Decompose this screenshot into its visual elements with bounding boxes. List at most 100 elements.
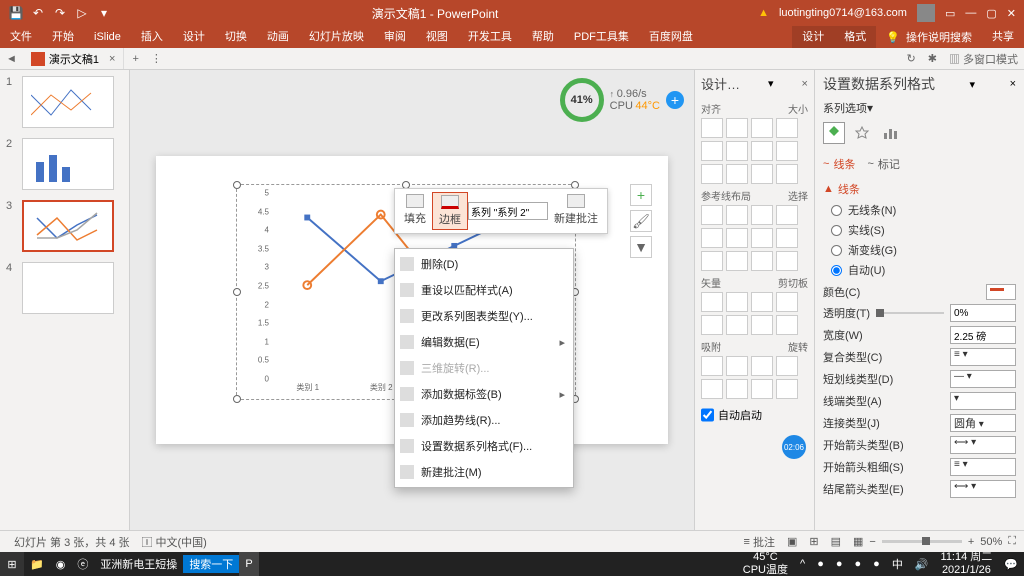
islide-refresh-icon[interactable]: ↻ [901, 52, 922, 65]
align-button[interactable] [701, 164, 723, 184]
task-powerpoint-icon[interactable]: P [239, 552, 258, 576]
guide-button[interactable] [726, 228, 748, 248]
zoom-out-icon[interactable]: − [869, 536, 875, 548]
guide-button[interactable] [751, 205, 773, 225]
tray-up-icon[interactable]: ^ [794, 552, 811, 576]
guide-button[interactable] [701, 251, 723, 271]
tab-help[interactable]: 帮助 [522, 26, 564, 48]
close-icon[interactable]: ✕ [1007, 7, 1016, 20]
align-button[interactable] [701, 141, 723, 161]
tab-animations[interactable]: 动画 [257, 26, 299, 48]
tell-me[interactable]: 💡 操作说明搜索 [876, 26, 982, 48]
menu-add-data-labels[interactable]: 添加数据标签(B)▸ [395, 381, 573, 407]
task-app-icon[interactable]: ◉ [50, 552, 72, 576]
snap-button[interactable] [701, 356, 723, 376]
arrow-begin-type-dropdown[interactable]: ⟷ ▾ [950, 436, 1016, 454]
transparency-input[interactable] [950, 304, 1016, 322]
vector-button[interactable] [751, 315, 773, 335]
menu-reset-style[interactable]: 重设以匹配样式(A) [395, 277, 573, 303]
tab-slideshow[interactable]: 幻灯片放映 [299, 26, 374, 48]
guide-button[interactable] [701, 205, 723, 225]
vector-button[interactable] [726, 315, 748, 335]
docbar-more-icon[interactable]: ⋮ [147, 52, 166, 65]
chart-elements-button[interactable]: + [630, 184, 652, 206]
tab-insert[interactable]: 插入 [131, 26, 173, 48]
cap-dropdown[interactable]: ▾ [950, 392, 1016, 410]
tray-icon[interactable]: ● [811, 552, 830, 576]
align-button[interactable] [751, 141, 773, 161]
join-dropdown[interactable]: 圆角 ▾ [950, 414, 1016, 432]
perf-widget[interactable]: 41% ↑ 0.96/s CPU 44°C + [560, 78, 684, 122]
vector-button[interactable] [701, 315, 723, 335]
width-input[interactable] [950, 326, 1016, 344]
menu-add-trendline[interactable]: 添加趋势线(R)... [395, 407, 573, 433]
tab-file[interactable]: 文件 [0, 26, 42, 48]
view-slideshow-icon[interactable]: ▦ [847, 535, 869, 548]
vector-button[interactable] [776, 315, 798, 335]
tab-pdf[interactable]: PDF工具集 [564, 26, 639, 48]
vector-button[interactable] [701, 292, 723, 312]
zoom-slider[interactable] [882, 540, 962, 543]
add-doc-icon[interactable]: + [124, 53, 146, 65]
task-explorer-icon[interactable]: 📁 [24, 552, 50, 576]
tray-ime[interactable]: 中 [886, 552, 909, 576]
resize-handle[interactable] [233, 288, 241, 296]
share-button[interactable]: 共享 [982, 26, 1024, 48]
marker-section-toggle[interactable]: ~ 标记 [867, 156, 899, 172]
tab-chart-format[interactable]: 格式 [834, 26, 876, 48]
avatar[interactable] [917, 4, 935, 22]
guide-button[interactable] [776, 205, 798, 225]
align-button[interactable] [776, 164, 798, 184]
recording-badge[interactable]: 02:06 [782, 435, 806, 459]
radio-solid[interactable]: 实线(S) [823, 220, 1016, 240]
tray-icon[interactable]: ● [830, 552, 849, 576]
menu-edit-data[interactable]: 编辑数据(E)▸ [395, 329, 573, 355]
task-search-button[interactable]: 搜索一下 [183, 555, 239, 573]
color-picker[interactable] [986, 284, 1016, 300]
align-button[interactable] [701, 118, 723, 138]
guide-button[interactable] [751, 228, 773, 248]
resize-handle[interactable] [233, 395, 241, 403]
language[interactable]: 🄸 中文(中国) [136, 534, 213, 550]
snap-button[interactable] [751, 379, 773, 399]
align-button[interactable] [751, 118, 773, 138]
islide-settings-icon[interactable]: ✱ [922, 52, 943, 65]
tab-home[interactable]: 开始 [42, 26, 84, 48]
snap-button[interactable] [701, 379, 723, 399]
radio-auto[interactable]: 自动(U) [823, 260, 1016, 280]
tray-temp[interactable]: 45°CCPU温度 [737, 552, 794, 576]
outline-button[interactable]: 边框 [432, 192, 468, 230]
view-normal-icon[interactable]: ▣ [781, 535, 803, 548]
align-button[interactable] [776, 118, 798, 138]
align-button[interactable] [726, 141, 748, 161]
tab-design[interactable]: 设计 [173, 26, 215, 48]
undo-icon[interactable]: ↶ [30, 5, 46, 21]
comments-button[interactable]: ≡ 批注 [738, 534, 781, 550]
save-icon[interactable]: 💾 [8, 5, 24, 21]
effects-tab[interactable] [851, 122, 873, 144]
zoom-in-icon[interactable]: + [968, 536, 974, 548]
fill-button[interactable]: 填充 [398, 192, 432, 230]
menu-delete[interactable]: 删除(D) [395, 251, 573, 277]
format-pane-chevron-icon[interactable]: ▾ [970, 78, 976, 91]
chart-styles-button[interactable]: 🖌 [630, 210, 652, 232]
snap-button[interactable] [726, 356, 748, 376]
tray-clock[interactable]: 11:14 周二2021/1/26 [935, 552, 999, 576]
design-pane-chevron-icon[interactable]: ▾ [768, 77, 774, 90]
tab-developer[interactable]: 开发工具 [458, 26, 522, 48]
line-section-toggle[interactable]: ~ 线条 [823, 156, 855, 172]
tab-islide[interactable]: iSlide [84, 26, 131, 48]
compound-dropdown[interactable]: ≡ ▾ [950, 348, 1016, 366]
guide-button[interactable] [776, 228, 798, 248]
perf-add-icon[interactable]: + [666, 91, 684, 109]
guide-button[interactable] [751, 251, 773, 271]
radio-gradient[interactable]: 渐变线(G) [823, 240, 1016, 260]
menu-new-comment[interactable]: 新建批注(M) [395, 459, 573, 485]
arrow-end-type-dropdown[interactable]: ⟷ ▾ [950, 480, 1016, 498]
vector-button[interactable] [751, 292, 773, 312]
task-ie-icon[interactable]: ⓔ [71, 552, 94, 576]
transparency-slider[interactable] [876, 312, 944, 314]
start-button[interactable]: ⊞ [0, 552, 24, 576]
user-email[interactable]: luotingting0714@163.com [779, 7, 907, 19]
view-sorter-icon[interactable]: ⊞ [803, 535, 824, 548]
